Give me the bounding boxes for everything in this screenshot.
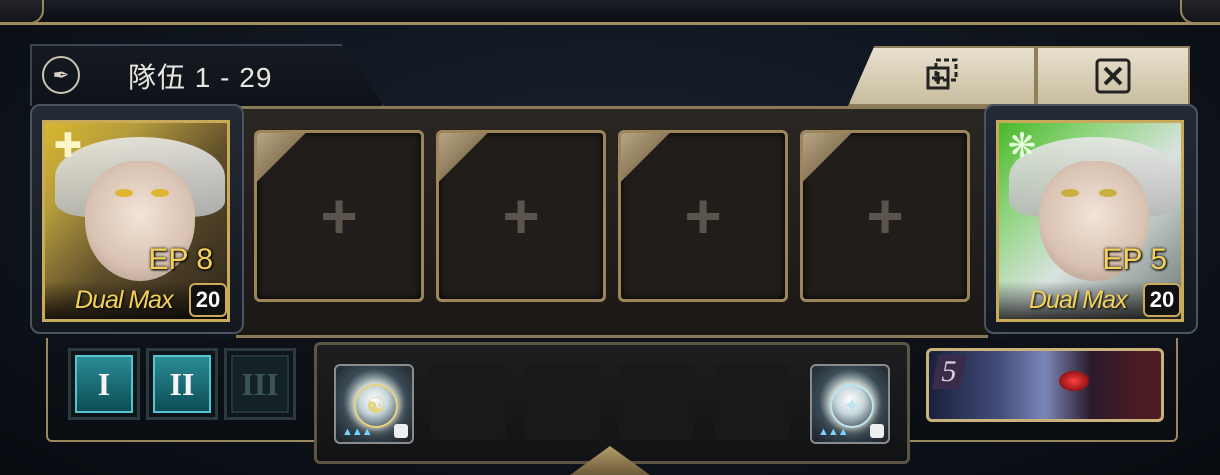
frame-cap-left xyxy=(0,0,44,24)
light-element-icon: ✚ xyxy=(53,127,83,165)
top-frame-bar xyxy=(0,0,1220,25)
mech-card[interactable]: 5 xyxy=(926,348,1164,422)
close-button[interactable] xyxy=(1036,46,1190,106)
page-title: 隊伍 1 - 29 xyxy=(128,56,272,96)
member-slot[interactable]: + xyxy=(254,130,424,302)
team-tab-label: I xyxy=(75,355,133,413)
dual-max-label: Dual Max xyxy=(1029,286,1128,314)
accessory-slot[interactable] xyxy=(618,364,694,440)
title-label: 隊伍 xyxy=(128,62,187,93)
member-slot[interactable]: + xyxy=(618,130,788,302)
gem-icon: ☯ xyxy=(354,384,398,428)
leader-portrait: ✚ EP 8 Dual Max 20 xyxy=(42,120,230,322)
dual-max-label: Dual Max xyxy=(75,286,174,314)
member-slot[interactable]: + xyxy=(800,130,970,302)
friend-leader-card[interactable]: ❋ EP 5 Dual Max 20 xyxy=(984,104,1198,334)
team-tab-2[interactable]: II xyxy=(146,348,218,420)
member-slot[interactable]: + xyxy=(436,130,606,302)
tag-icon xyxy=(394,424,408,438)
status-row: Dual Max 20 xyxy=(999,281,1181,319)
eye xyxy=(1061,189,1079,197)
eye xyxy=(151,189,169,197)
level-badge: 20 xyxy=(189,283,227,317)
add-icon: + xyxy=(320,180,358,252)
quill-icon[interactable]: ✒ xyxy=(42,56,80,94)
team-tab-1[interactable]: I xyxy=(68,348,140,420)
gem-icon: ✦ xyxy=(830,384,874,428)
mech-card-number: 5 xyxy=(932,355,966,389)
team-tab-3[interactable]: III xyxy=(224,348,296,420)
team-tab-label: III xyxy=(231,355,289,413)
creature-eye xyxy=(1059,371,1089,391)
rarity-icon: ▲▲▲ xyxy=(818,426,849,438)
tag-icon xyxy=(870,424,884,438)
ep-label: EP 5 xyxy=(1102,243,1168,276)
accessory-slot[interactable] xyxy=(430,364,506,440)
leader-portrait: ❋ EP 5 Dual Max 20 xyxy=(996,120,1184,322)
ep-label: EP 8 xyxy=(148,243,214,276)
eye xyxy=(115,189,133,197)
title-range: 1 - 29 xyxy=(194,62,273,93)
frame-cap-right xyxy=(1180,0,1220,24)
status-row: Dual Max 20 xyxy=(45,281,227,319)
leader-card[interactable]: ✚ EP 8 Dual Max 20 xyxy=(30,104,244,334)
add-icon: + xyxy=(866,180,904,252)
accessory-slot[interactable]: ✦ ▲▲▲ xyxy=(810,364,890,444)
accessory-slot[interactable]: ☯ ▲▲▲ xyxy=(334,364,414,444)
add-icon: + xyxy=(684,180,722,252)
eye xyxy=(1099,189,1117,197)
accessory-slot[interactable] xyxy=(714,364,790,440)
accessory-slot[interactable] xyxy=(524,364,600,440)
level-badge: 20 xyxy=(1143,283,1181,317)
copy-add-icon xyxy=(926,58,958,90)
add-icon: + xyxy=(502,180,540,252)
team-tab-label: II xyxy=(153,355,211,413)
rarity-icon: ▲▲▲ xyxy=(342,426,373,438)
copy-team-button[interactable] xyxy=(848,46,1036,106)
wood-element-icon: ❋ xyxy=(1007,127,1037,165)
close-icon xyxy=(1095,58,1131,94)
